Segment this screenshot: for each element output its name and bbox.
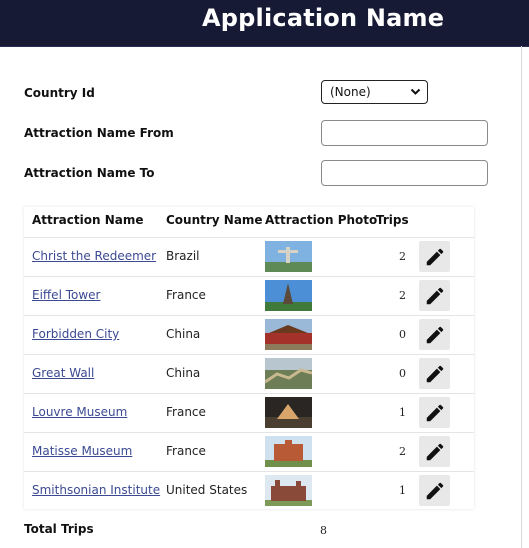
country-name: France [166,405,206,419]
attraction-photo [265,436,312,467]
attraction-name-link[interactable]: Louvre Museum [32,405,127,419]
total-trips-value: 8 [320,524,327,537]
trips-count: 2 [399,250,406,263]
attraction-name-link[interactable]: Forbidden City [32,327,119,341]
table-row: Christ the Redeemer Brazil 2 [24,237,474,276]
attraction-name-link[interactable]: Matisse Museum [32,444,132,458]
col-country-name[interactable]: Country Name [166,213,263,227]
attraction-name-link[interactable]: Eiffel Tower [32,288,100,302]
trips-count: 1 [399,484,406,497]
pencil-icon [426,443,443,460]
edit-button[interactable] [419,397,450,428]
col-attraction-photo[interactable]: Attraction Photo [265,213,377,227]
attraction-photo [265,280,312,311]
country-id-label: Country Id [24,86,95,100]
country-id-selected-value: (None) [330,85,371,99]
col-attraction-name[interactable]: Attraction Name [32,213,144,227]
table-row: Great Wall China 0 [24,354,474,393]
name-to-input[interactable] [321,160,488,186]
edit-button[interactable] [419,319,450,350]
total-trips-label: Total Trips [24,522,94,536]
trips-count: 0 [399,367,406,380]
trips-count: 2 [399,445,406,458]
attraction-photo [265,397,312,428]
edit-button[interactable] [419,475,450,506]
edit-button[interactable] [419,358,450,389]
country-id-select[interactable]: (None) [321,80,428,104]
edit-button[interactable] [419,241,450,272]
app-header: Application Name [0,0,529,47]
attractions-grid: Attraction Name Country Name Attraction … [24,207,474,509]
app-title: Application Name [202,4,445,32]
name-from-label: Attraction Name From [24,126,174,140]
country-name: China [166,327,201,341]
attraction-photo [265,319,312,350]
attraction-name-link[interactable]: Great Wall [32,366,94,380]
edit-button[interactable] [419,280,450,311]
table-row: Eiffel Tower France 2 [24,276,474,315]
name-to-label: Attraction Name To [24,166,155,180]
country-name: China [166,366,201,380]
pencil-icon [426,326,443,343]
country-name: France [166,288,206,302]
pencil-icon [426,365,443,382]
attraction-photo [265,475,312,506]
table-row: Smithsonian Institute United States 1 [24,471,474,510]
trips-count: 2 [399,289,406,302]
attraction-photo [265,241,312,272]
name-from-input[interactable] [321,120,488,146]
trips-count: 1 [399,406,406,419]
frame-border [521,46,522,548]
country-name: France [166,444,206,458]
table-row: Forbidden City China 0 [24,315,474,354]
attraction-name-link[interactable]: Smithsonian Institute [32,483,160,497]
attraction-name-link[interactable]: Christ the Redeemer [32,249,156,263]
pencil-icon [426,482,443,499]
edit-button[interactable] [419,436,450,467]
table-row: Matisse Museum France 2 [24,432,474,471]
pencil-icon [426,404,443,421]
chevron-down-icon [410,88,421,95]
pencil-icon [426,248,443,265]
pencil-icon [426,287,443,304]
country-name: Brazil [166,249,200,263]
col-trips[interactable]: Trips [376,213,409,227]
attraction-photo [265,358,312,389]
country-name: United States [166,483,248,497]
table-row: Louvre Museum France 1 [24,393,474,432]
trips-count: 0 [399,328,406,341]
